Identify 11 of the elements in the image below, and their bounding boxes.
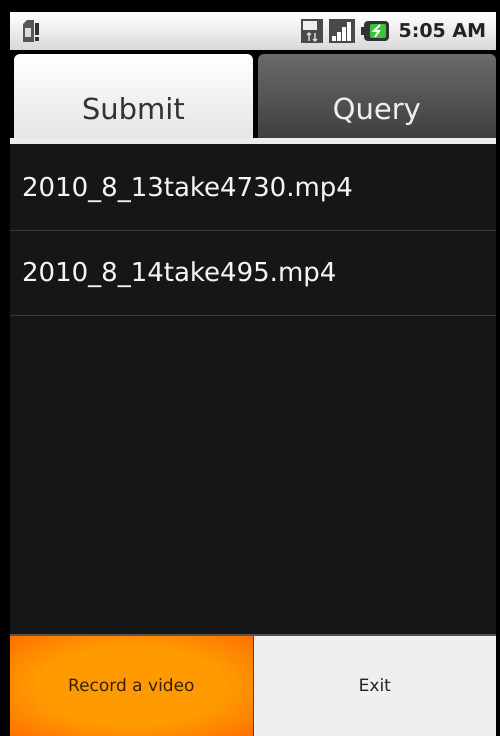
3g-data-icon bbox=[300, 19, 322, 43]
clock-time: 5:05 AM bbox=[398, 20, 486, 42]
tab[interactable]: Submit bbox=[14, 54, 252, 138]
sim-card-alert-icon bbox=[22, 20, 40, 42]
file-list-item[interactable]: 2010_8_13take4730.mp4 bbox=[10, 146, 496, 231]
battery-charging-icon bbox=[360, 20, 388, 42]
signal-icon bbox=[328, 19, 354, 43]
button[interactable]: Record a video bbox=[10, 636, 254, 736]
file-list-item[interactable]: 2010_8_14take495.mp4 bbox=[10, 231, 496, 316]
tab[interactable]: Query bbox=[258, 54, 496, 138]
button[interactable]: Exit bbox=[254, 636, 496, 736]
